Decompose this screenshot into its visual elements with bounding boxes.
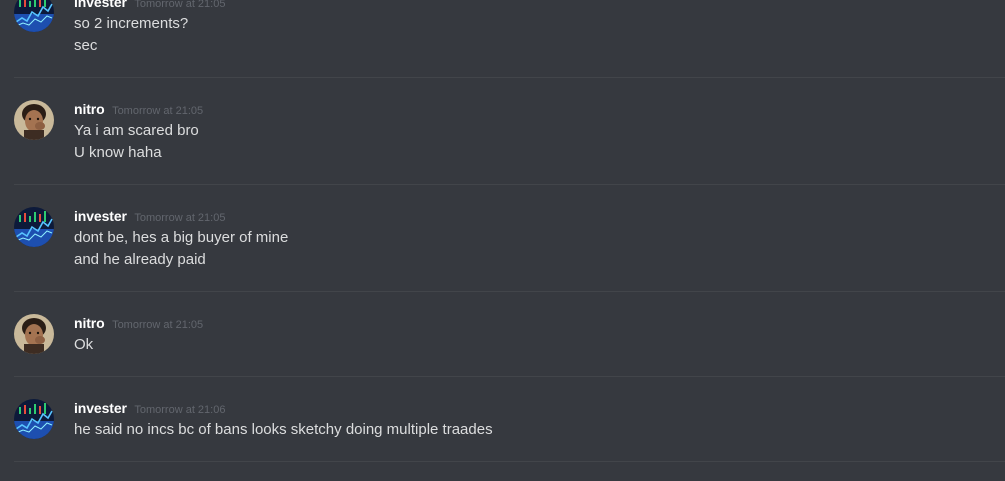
message-divider <box>14 77 1005 78</box>
person-photo-avatar-icon <box>14 100 54 140</box>
stock-chart-avatar-icon <box>14 207 54 247</box>
username[interactable]: invester <box>74 400 127 416</box>
message-header: nitro Tomorrow at 21:05 <box>74 314 203 332</box>
chat-message-list[interactable]: invester Tomorrow at 21:05 so 2 incremen… <box>0 0 1005 481</box>
timestamp: Tomorrow at 21:05 <box>134 0 226 10</box>
timestamp: Tomorrow at 21:05 <box>112 319 204 331</box>
stock-chart-avatar-icon <box>14 399 54 439</box>
message-divider <box>14 184 1005 185</box>
message-text: Ok <box>74 336 94 353</box>
message-divider <box>14 461 1005 462</box>
user-avatar[interactable] <box>14 100 54 140</box>
message-text: he said no incs bc of bans looks sketchy… <box>74 421 493 438</box>
message-divider <box>14 376 1005 377</box>
user-avatar[interactable] <box>14 207 54 247</box>
message-text: dont be, hes a big buyer of mine <box>74 229 289 246</box>
message-header: invester Tomorrow at 21:05 <box>74 0 225 11</box>
person-photo-avatar-icon <box>14 314 54 354</box>
message-text: and he already paid <box>74 251 206 268</box>
message-text: U know haha <box>74 144 162 161</box>
username[interactable]: nitro <box>74 101 105 117</box>
username[interactable]: nitro <box>74 315 105 331</box>
timestamp: Tomorrow at 21:05 <box>134 212 226 224</box>
message-text: sec <box>74 37 98 54</box>
user-avatar[interactable] <box>14 0 54 32</box>
message-text: so 2 increments? <box>74 15 189 32</box>
timestamp: Tomorrow at 21:06 <box>134 404 226 416</box>
user-avatar[interactable] <box>14 314 54 354</box>
message-header: invester Tomorrow at 21:06 <box>74 399 225 417</box>
username[interactable]: invester <box>74 0 127 10</box>
message-divider <box>14 291 1005 292</box>
user-avatar[interactable] <box>14 399 54 439</box>
stock-chart-avatar-icon <box>14 0 54 32</box>
timestamp: Tomorrow at 21:05 <box>112 105 204 117</box>
username[interactable]: invester <box>74 208 127 224</box>
message-header: invester Tomorrow at 21:05 <box>74 207 225 225</box>
message-header: nitro Tomorrow at 21:05 <box>74 100 203 118</box>
message-text: Ya i am scared bro <box>74 122 199 139</box>
